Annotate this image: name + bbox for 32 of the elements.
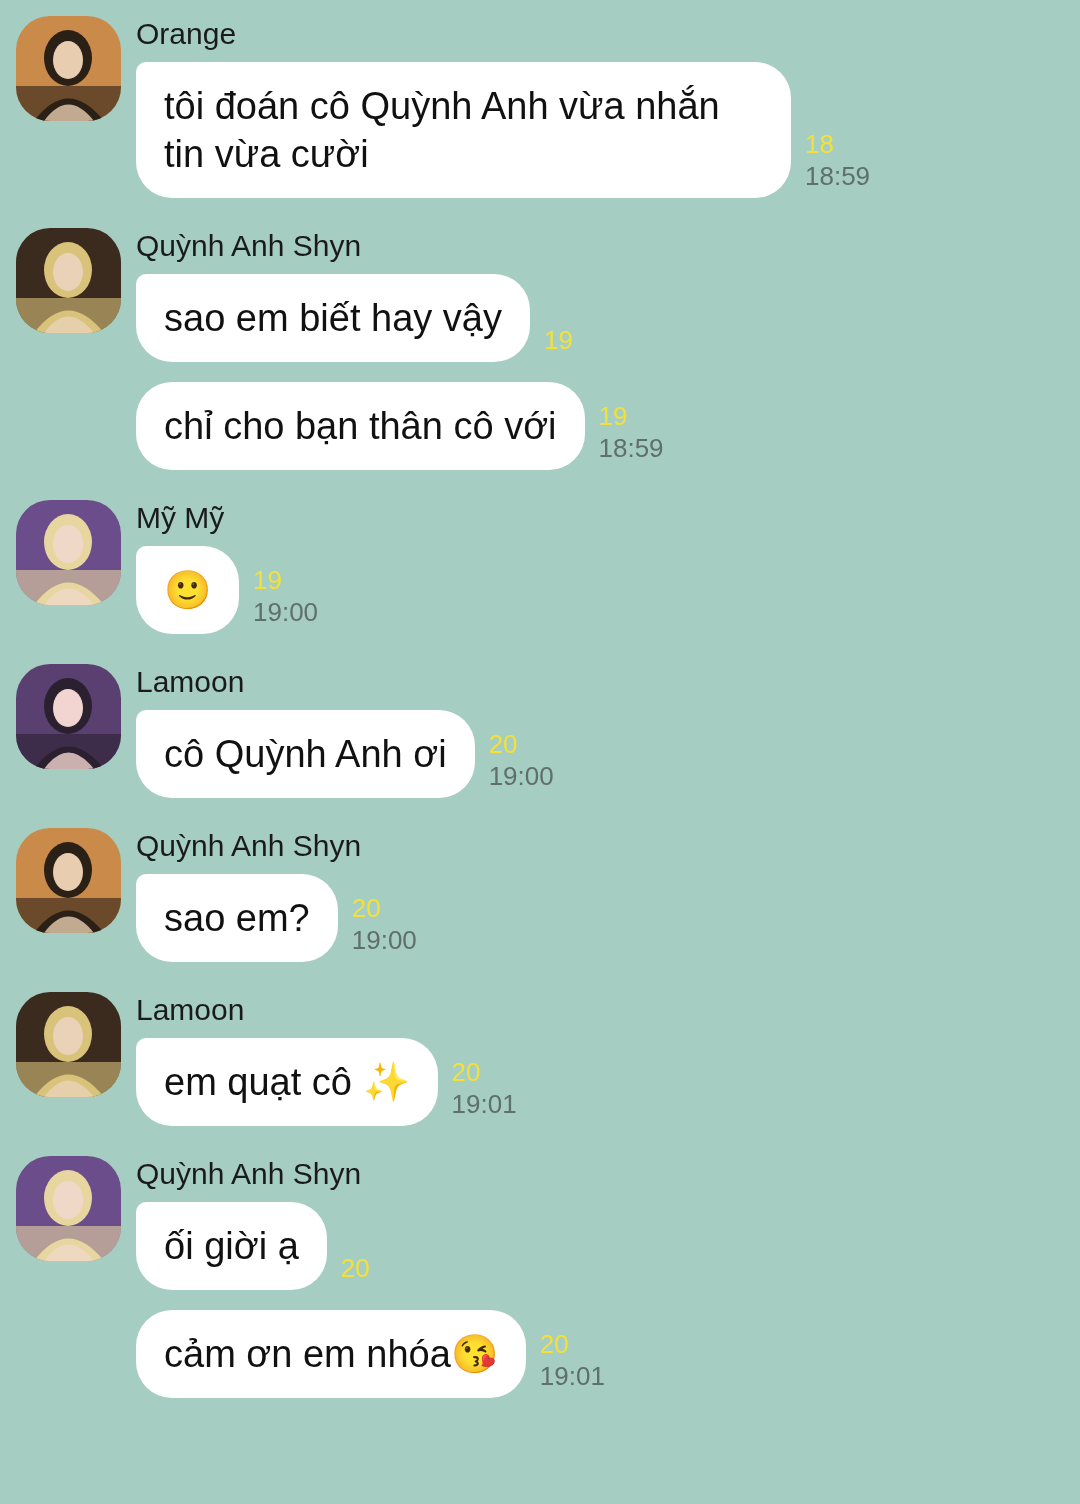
message-bubble: cô Quỳnh Anh ơi [136, 710, 475, 798]
read-count: 18 [805, 128, 835, 160]
read-count: 20 [539, 1328, 570, 1360]
read-count: 20 [340, 1252, 370, 1284]
message-bubble: cảm ơn em nhóa😘 [136, 1310, 526, 1398]
message-bubble: 🙂 [136, 546, 239, 634]
sender-name: Lamoon [136, 992, 246, 1028]
sender-name: Lamoon [136, 664, 246, 700]
message-bubble: ối giời ạ [136, 1202, 327, 1290]
sender-name: Quỳnh Anh Shyn [136, 828, 363, 864]
message-bubble: sao em? [136, 874, 338, 962]
message-time: 18:59 [805, 160, 871, 192]
message-time: 19:00 [253, 596, 319, 628]
message-time: 19:00 [351, 924, 417, 956]
message-time: 19:00 [488, 760, 554, 792]
sender-name: Quỳnh Anh Shyn [136, 228, 363, 264]
read-count: 19 [598, 400, 629, 432]
message-bubble: sao em biết hay vậy [136, 274, 530, 362]
message-bubble: em quạt cô ✨ [136, 1038, 438, 1126]
read-count: 19 [543, 324, 573, 356]
sender-name: Quỳnh Anh Shyn [136, 1156, 363, 1192]
sender-name: Orange [136, 16, 238, 52]
message-bubble: chỉ cho bạn thân cô với [136, 382, 585, 470]
message-bubble: tôi đoán cô Quỳnh Anh vừa nhắn tin vừa cười [136, 62, 791, 198]
message-time: 19:01 [539, 1360, 605, 1392]
message-time: 18:59 [598, 432, 664, 464]
read-count: 19 [253, 564, 283, 596]
sender-name: Mỹ Mỹ [136, 500, 226, 536]
read-count: 20 [488, 728, 519, 760]
read-count: 20 [351, 892, 382, 924]
message-time: 19:01 [451, 1088, 517, 1120]
read-count: 20 [451, 1056, 482, 1088]
